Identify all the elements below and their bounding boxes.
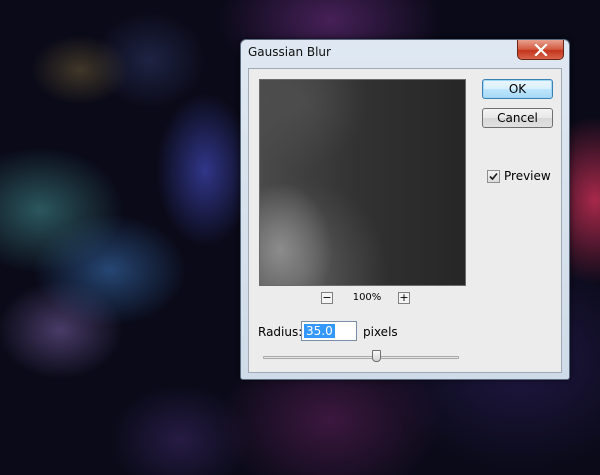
close-icon <box>534 44 548 56</box>
blur-preview[interactable] <box>259 79 466 286</box>
radius-label: Radius: <box>258 325 303 339</box>
zoom-level: 100% <box>352 292 382 303</box>
dialog-body: − 100% + Radius: 35.0 pixels OK Cancel P… <box>248 68 562 373</box>
preview-label: Preview <box>504 169 551 183</box>
radius-slider-track[interactable] <box>263 356 459 359</box>
radius-slider-thumb[interactable] <box>372 350 381 362</box>
dialog-title: Gaussian Blur <box>248 45 331 59</box>
radius-units: pixels <box>363 325 398 339</box>
dialog-titlebar[interactable]: Gaussian Blur <box>241 40 569 68</box>
radius-value: 35.0 <box>304 324 335 338</box>
ok-button[interactable]: OK <box>482 79 553 99</box>
zoom-controls: − 100% + <box>321 292 411 306</box>
zoom-out-button[interactable]: − <box>321 292 333 304</box>
radius-input[interactable]: 35.0 <box>301 321 357 341</box>
close-button[interactable] <box>517 40 564 60</box>
zoom-in-button[interactable]: + <box>398 292 410 304</box>
preview-checkbox[interactable] <box>487 170 500 183</box>
gaussian-blur-dialog: Gaussian Blur − 100% + Radius: 35.0 pixe… <box>240 39 570 380</box>
cancel-button[interactable]: Cancel <box>482 108 553 128</box>
checkmark-icon <box>489 172 498 181</box>
